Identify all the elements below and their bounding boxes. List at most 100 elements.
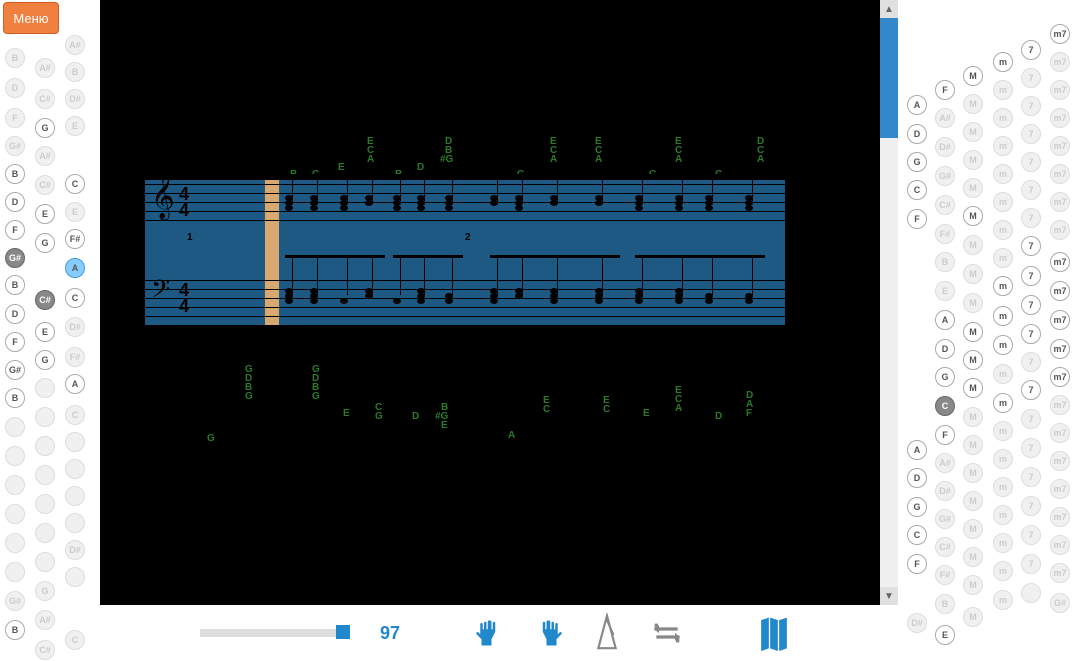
bayan-button[interactable]: M — [963, 407, 983, 427]
bayan-button[interactable]: D# — [935, 137, 955, 157]
bayan-button[interactable]: M — [963, 575, 983, 595]
loop-icon[interactable] — [650, 621, 684, 645]
bayan-button[interactable]: B — [5, 48, 25, 68]
bayan-button[interactable]: 7 — [1021, 554, 1041, 574]
bayan-button[interactable]: m7 — [1050, 339, 1070, 359]
bayan-button[interactable] — [35, 436, 55, 456]
bayan-button[interactable]: m7 — [1050, 220, 1070, 240]
bayan-button[interactable]: G# — [5, 248, 25, 268]
bayan-button[interactable]: G — [907, 152, 927, 172]
bayan-button[interactable]: E — [65, 116, 85, 136]
bayan-button[interactable]: M — [963, 463, 983, 483]
bayan-button[interactable] — [1021, 583, 1041, 603]
bayan-button[interactable]: m7 — [1050, 563, 1070, 583]
bayan-button[interactable]: G — [907, 497, 927, 517]
scroll-up-button[interactable]: ▲ — [880, 0, 898, 18]
bayan-button[interactable]: G — [935, 367, 955, 387]
bayan-button[interactable]: m — [993, 561, 1013, 581]
bayan-button[interactable]: F# — [935, 565, 955, 585]
bayan-button[interactable] — [5, 475, 25, 495]
bayan-button[interactable] — [65, 567, 85, 587]
bayan-button[interactable]: E — [935, 281, 955, 301]
bayan-button[interactable]: C — [65, 174, 85, 194]
score-scrollbar[interactable]: ▲ ▼ — [880, 0, 898, 605]
bayan-button[interactable]: m — [993, 306, 1013, 326]
bayan-button[interactable]: m — [993, 590, 1013, 610]
bayan-button[interactable]: m7 — [1050, 24, 1070, 44]
bayan-button[interactable]: D — [935, 339, 955, 359]
bayan-button[interactable] — [5, 417, 25, 437]
bayan-button[interactable]: F — [5, 108, 25, 128]
menu-button[interactable]: Меню — [3, 2, 59, 34]
bayan-button[interactable]: m — [993, 276, 1013, 296]
bayan-button[interactable]: G# — [5, 136, 25, 156]
bayan-button[interactable]: F — [935, 80, 955, 100]
bayan-button[interactable]: D — [5, 78, 25, 98]
bayan-button[interactable]: D# — [65, 89, 85, 109]
bayan-button[interactable]: m7 — [1050, 136, 1070, 156]
bayan-button[interactable]: 7 — [1021, 96, 1041, 116]
bayan-button[interactable]: E — [65, 202, 85, 222]
bayan-button[interactable]: D — [5, 192, 25, 212]
bayan-button[interactable]: E — [935, 625, 955, 645]
bayan-button[interactable]: A# — [935, 108, 955, 128]
bayan-button[interactable]: M — [963, 350, 983, 370]
bayan-button[interactable]: m7 — [1050, 451, 1070, 471]
tempo-slider[interactable] — [200, 629, 350, 637]
bayan-button[interactable]: m7 — [1050, 310, 1070, 330]
bayan-button[interactable]: m7 — [1050, 507, 1070, 527]
bayan-button[interactable]: M — [963, 178, 983, 198]
bayan-button[interactable]: 7 — [1021, 324, 1041, 344]
metronome-icon[interactable] — [594, 613, 620, 653]
bayan-button[interactable]: m7 — [1050, 423, 1070, 443]
bayan-button[interactable] — [5, 446, 25, 466]
bayan-button[interactable]: m — [993, 393, 1013, 413]
bayan-button[interactable]: 7 — [1021, 525, 1041, 545]
bayan-button[interactable]: F — [935, 425, 955, 445]
bayan-button[interactable]: D — [907, 124, 927, 144]
bayan-button[interactable]: A — [935, 310, 955, 330]
bayan-button[interactable]: F — [5, 332, 25, 352]
tempo-slider-thumb[interactable] — [336, 625, 350, 639]
bayan-button[interactable]: 7 — [1021, 208, 1041, 228]
bayan-button[interactable] — [65, 513, 85, 533]
bayan-button[interactable]: G — [35, 233, 55, 253]
bayan-button[interactable]: G# — [5, 591, 25, 611]
bayan-button[interactable]: C# — [35, 640, 55, 660]
bayan-button[interactable]: C — [935, 396, 955, 416]
bayan-button[interactable] — [35, 378, 55, 398]
bayan-button[interactable]: M — [963, 235, 983, 255]
bayan-button[interactable]: G# — [935, 166, 955, 186]
bayan-button[interactable]: F — [907, 554, 927, 574]
bayan-button[interactable] — [65, 459, 85, 479]
bayan-button[interactable]: m — [993, 248, 1013, 268]
bayan-button[interactable]: B — [5, 275, 25, 295]
bayan-button[interactable]: A — [907, 95, 927, 115]
bayan-button[interactable]: D# — [65, 540, 85, 560]
bayan-button[interactable]: C# — [935, 195, 955, 215]
bayan-button[interactable]: A# — [935, 453, 955, 473]
bayan-button[interactable] — [5, 504, 25, 524]
bayan-button[interactable]: m — [993, 335, 1013, 355]
bayan-button[interactable]: F# — [65, 347, 85, 367]
bayan-button[interactable]: M — [963, 322, 983, 342]
bayan-button[interactable]: F — [907, 209, 927, 229]
bayan-button[interactable]: M — [963, 435, 983, 455]
bayan-button[interactable] — [35, 494, 55, 514]
bayan-button[interactable]: G# — [5, 360, 25, 380]
bayan-button[interactable]: E — [35, 204, 55, 224]
bayan-button[interactable] — [5, 533, 25, 553]
bayan-button[interactable]: M — [963, 206, 983, 226]
bayan-button[interactable]: C — [65, 288, 85, 308]
bayan-button[interactable]: M — [963, 491, 983, 511]
bayan-button[interactable]: A# — [35, 58, 55, 78]
right-hand-icon[interactable] — [534, 615, 564, 651]
bayan-button[interactable]: m — [993, 533, 1013, 553]
bayan-button[interactable]: 7 — [1021, 409, 1041, 429]
bayan-button[interactable]: C — [907, 180, 927, 200]
bayan-button[interactable]: m — [993, 505, 1013, 525]
bayan-button[interactable]: A — [65, 374, 85, 394]
bayan-button[interactable]: m7 — [1050, 164, 1070, 184]
bayan-button[interactable]: M — [963, 378, 983, 398]
bayan-button[interactable]: 7 — [1021, 352, 1041, 372]
